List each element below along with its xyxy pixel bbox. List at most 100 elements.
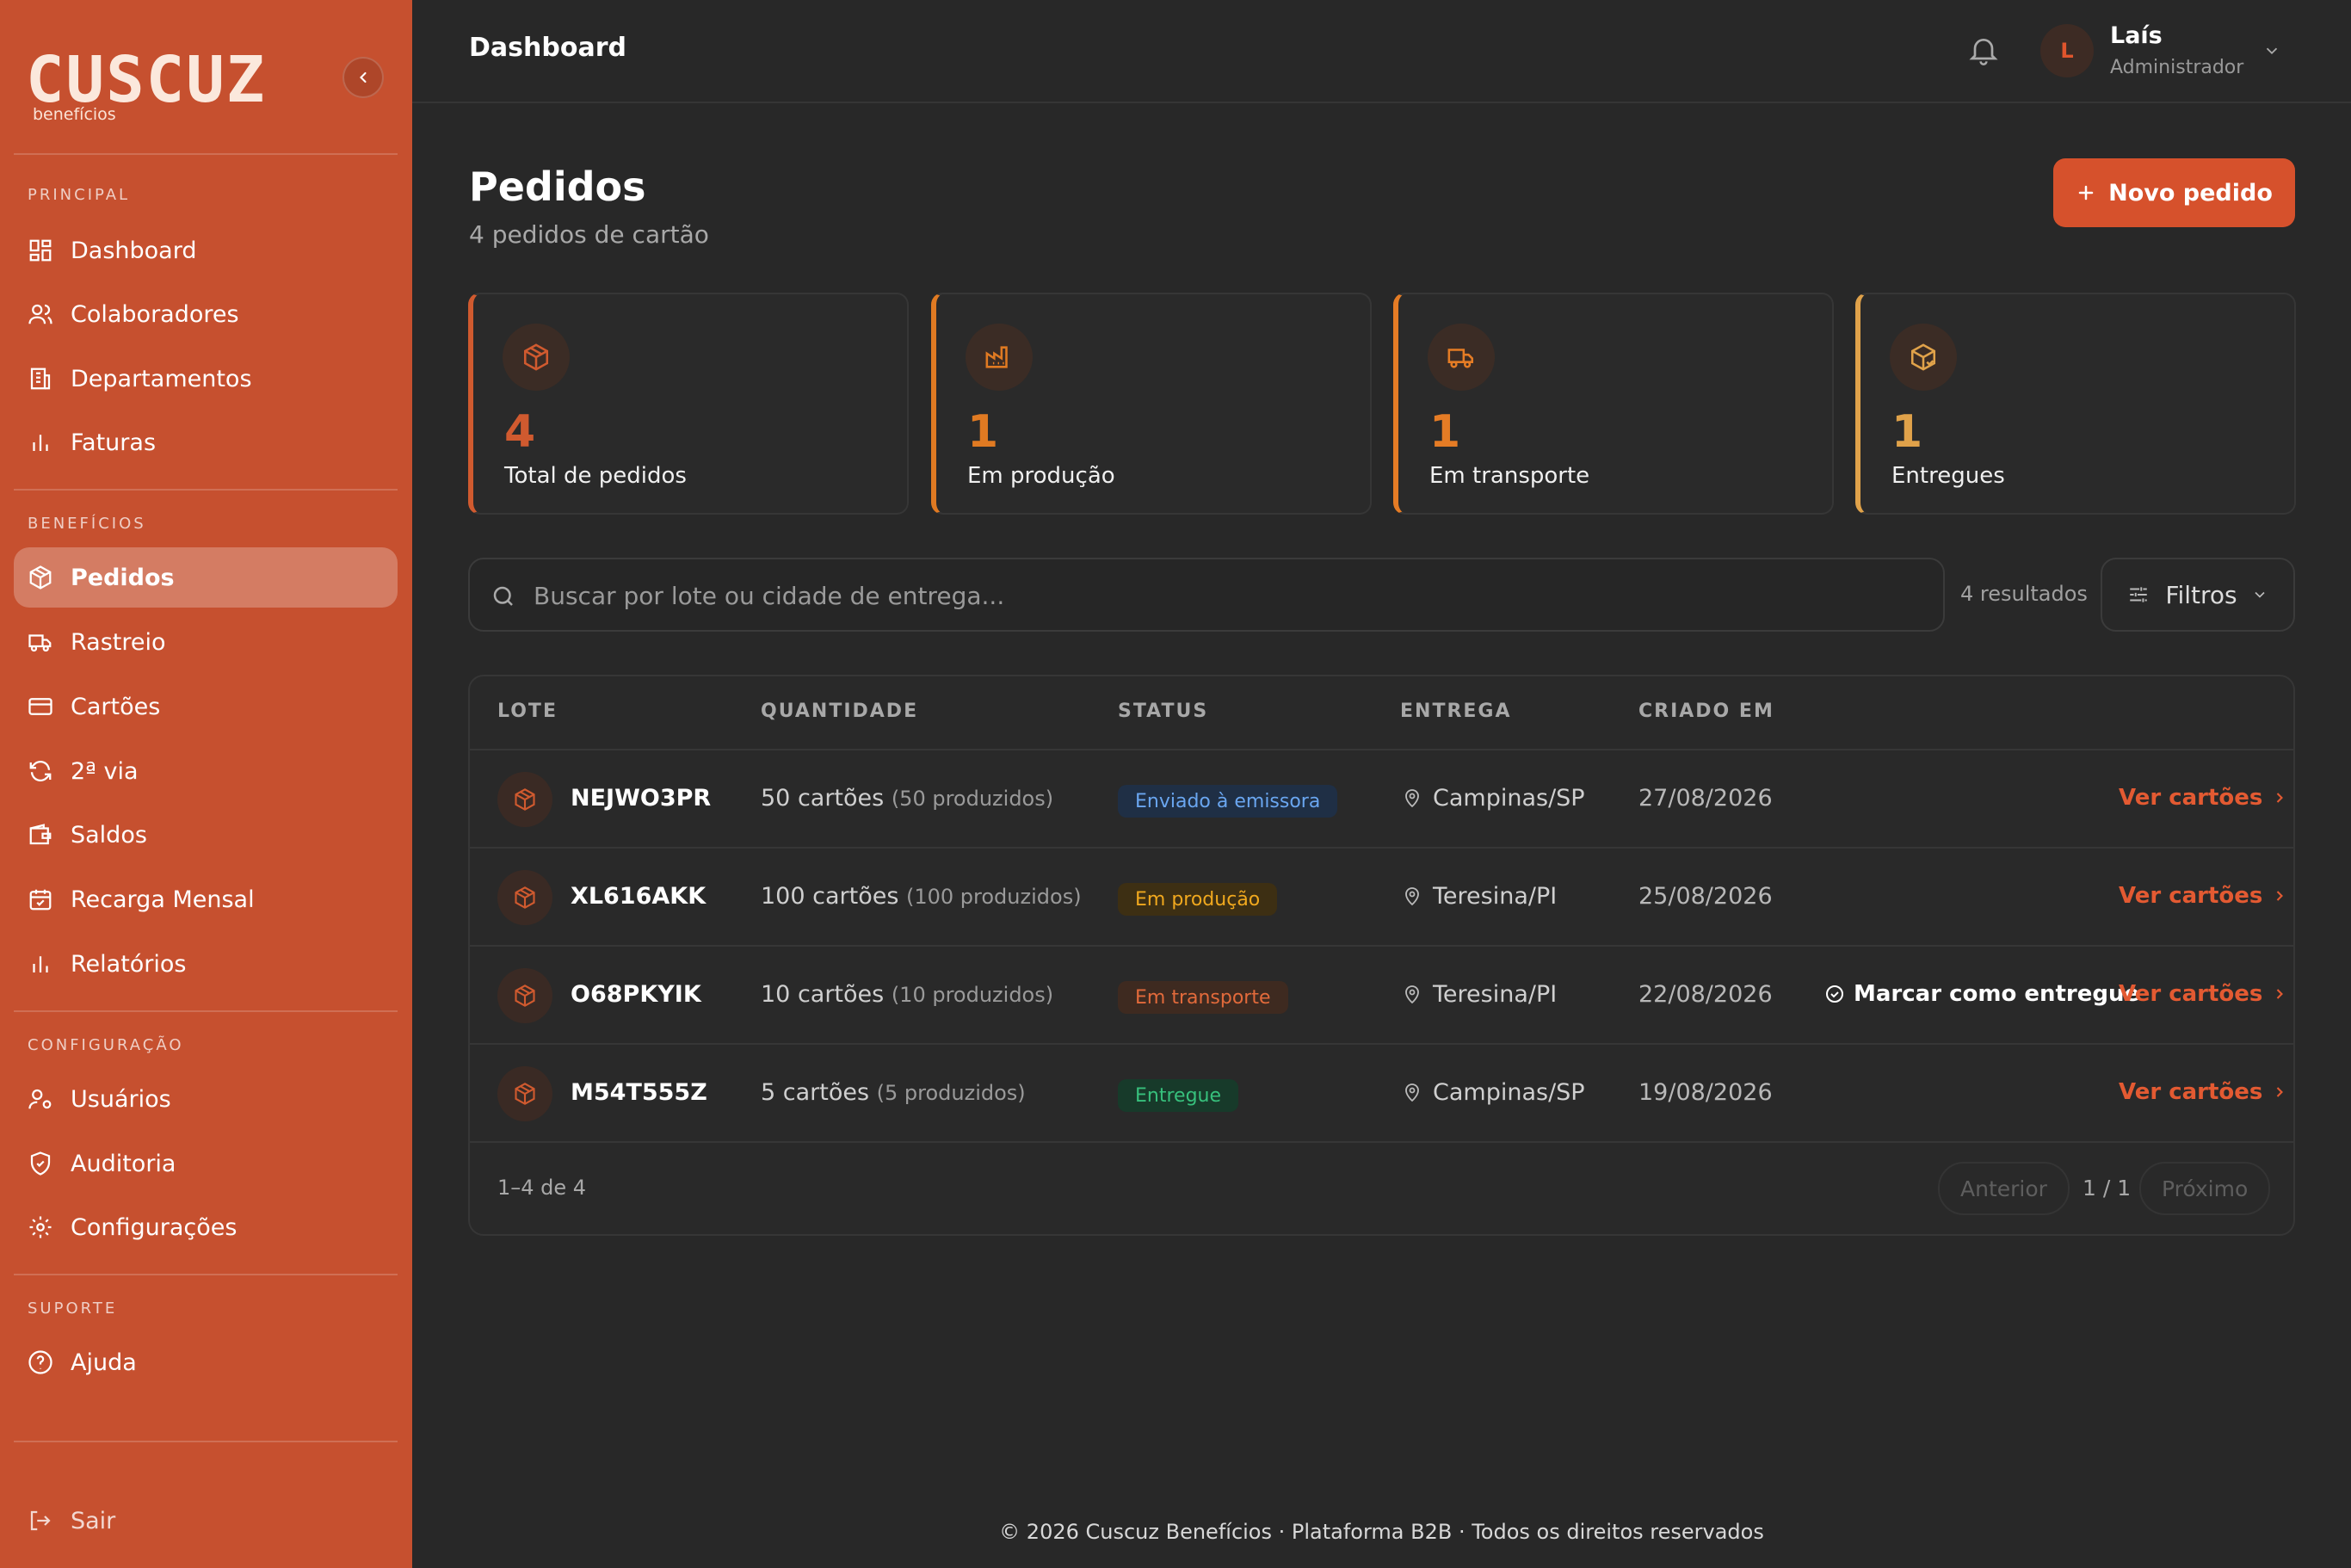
table-row[interactable]: XL616AKK 100 cartões (100 produzidos) Em… bbox=[470, 847, 2293, 945]
sidebar-item-pedidos[interactable]: Pedidos bbox=[14, 547, 398, 608]
logout-button[interactable]: Sair bbox=[14, 1491, 398, 1551]
chevron-down-icon[interactable] bbox=[2262, 41, 2281, 60]
package-icon bbox=[515, 985, 535, 1007]
sidebar-item-dashboard[interactable]: Dashboard bbox=[14, 220, 398, 281]
stat-value: 1 bbox=[967, 406, 999, 458]
map-pin-icon bbox=[1405, 788, 1419, 807]
top-bar-title: Dashboard bbox=[469, 33, 626, 63]
sidebar-item-label: Cartões bbox=[71, 693, 161, 720]
new-order-label: Novo pedido bbox=[2108, 179, 2273, 207]
new-order-button[interactable]: Novo pedido bbox=[2053, 158, 2295, 227]
table-row[interactable]: O68PKYIK 10 cartões (10 produzidos) Em t… bbox=[470, 945, 2293, 1043]
sidebar-divider bbox=[14, 1010, 398, 1012]
quantity: 100 cartões (100 produzidos) bbox=[761, 883, 1082, 910]
chevron-right-icon bbox=[2277, 1087, 2284, 1097]
stat-value: 1 bbox=[1891, 406, 1923, 458]
next-page-button[interactable]: Próximo bbox=[2139, 1162, 2271, 1215]
mark-delivered-label: Marcar como entregue bbox=[1854, 981, 2140, 1007]
view-cards-link[interactable]: Ver cartões bbox=[2119, 1079, 2288, 1105]
stat-label: Em produção bbox=[967, 463, 1115, 489]
package-icon bbox=[29, 565, 52, 590]
brand-logo[interactable]: CUSCUZ benefícios bbox=[26, 31, 264, 126]
sidebar-item-configuracoes[interactable]: Configurações bbox=[14, 1197, 398, 1257]
lot-code: O68PKYIK bbox=[571, 981, 701, 1008]
table-row[interactable]: NEJWO3PR 50 cartões (50 produzidos) Envi… bbox=[470, 749, 2293, 847]
stat-icon-wrap bbox=[966, 324, 1033, 391]
map-pin-icon bbox=[1405, 886, 1419, 905]
view-cards-label: Ver cartões bbox=[2119, 981, 2263, 1007]
package-icon bbox=[523, 343, 549, 371]
sidebar-item-rastreio[interactable]: Rastreio bbox=[14, 612, 398, 672]
status-badge: Entregue bbox=[1118, 1079, 1239, 1112]
sidebar-item-label: 2ª via bbox=[71, 757, 139, 785]
package-check-icon bbox=[1910, 343, 1936, 371]
row-icon-wrap bbox=[497, 968, 552, 1023]
quantity-value: 5 cartões bbox=[761, 1079, 870, 1106]
building-icon bbox=[30, 367, 51, 390]
stat-value: 1 bbox=[1429, 406, 1461, 458]
sidebar-item-cartoes[interactable]: Cartões bbox=[14, 676, 398, 737]
wallet-icon bbox=[29, 824, 52, 845]
view-cards-label: Ver cartões bbox=[2119, 883, 2263, 909]
sidebar-item-segunda-via[interactable]: 2ª via bbox=[14, 741, 398, 801]
sidebar-item-ajuda[interactable]: Ajuda bbox=[14, 1332, 398, 1392]
sidebar-item-auditoria[interactable]: Auditoria bbox=[14, 1133, 398, 1194]
pagination-page: 1 / 1 bbox=[2083, 1176, 2132, 1201]
sidebar-item-usuarios[interactable]: Usuários bbox=[14, 1069, 398, 1129]
sidebar-divider bbox=[14, 153, 398, 155]
sidebar-item-faturas[interactable]: Faturas bbox=[14, 412, 398, 472]
stat-icon-wrap bbox=[1428, 324, 1495, 391]
pagination-info: 1–4 de 4 bbox=[497, 1176, 587, 1200]
bell-icon[interactable] bbox=[1966, 33, 2001, 67]
view-cards-link[interactable]: Ver cartões bbox=[2119, 981, 2288, 1007]
table-divider bbox=[470, 1141, 2293, 1143]
sidebar-item-departamentos[interactable]: Departamentos bbox=[14, 349, 398, 409]
avatar[interactable]: L bbox=[2040, 24, 2094, 77]
sidebar-item-colaboradores[interactable]: Colaboradores bbox=[14, 284, 398, 344]
calendar-icon bbox=[29, 889, 52, 911]
sidebar-item-label: Recarga Mensal bbox=[71, 886, 255, 913]
section-principal: PRINCIPAL bbox=[28, 186, 131, 204]
stat-label: Em transporte bbox=[1429, 463, 1590, 489]
sidebar-item-saldos[interactable]: Saldos bbox=[14, 805, 398, 865]
lot-code: M54T555Z bbox=[571, 1079, 707, 1106]
city-text: Campinas/SP bbox=[1433, 1079, 1585, 1106]
prev-page-button[interactable]: Anterior bbox=[1938, 1162, 2070, 1215]
quantity-value: 50 cartões bbox=[761, 785, 885, 812]
view-cards-link[interactable]: Ver cartões bbox=[2119, 785, 2288, 811]
column-header-criado-em: CRIADO EM bbox=[1638, 701, 1774, 722]
view-cards-label: Ver cartões bbox=[2119, 1079, 2263, 1105]
delivery-city: Teresina/PI bbox=[1402, 883, 1557, 910]
filters-button[interactable]: Filtros bbox=[2101, 558, 2295, 632]
map-pin-icon bbox=[1405, 1083, 1419, 1102]
stat-card-total: 4 Total de pedidos bbox=[468, 293, 909, 515]
sidebar-divider bbox=[14, 1274, 398, 1275]
section-beneficios: BENEFÍCIOS bbox=[28, 515, 146, 533]
table-row[interactable]: M54T555Z 5 cartões (5 produzidos) Entreg… bbox=[470, 1043, 2293, 1141]
sliders-icon bbox=[2130, 587, 2148, 602]
bar-chart-icon bbox=[33, 435, 48, 451]
sidebar-item-relatorios[interactable]: Relatórios bbox=[14, 934, 398, 994]
status-badge: Em produção bbox=[1118, 883, 1278, 916]
user-name[interactable]: Laís bbox=[2110, 22, 2163, 49]
view-cards-link[interactable]: Ver cartões bbox=[2119, 883, 2288, 909]
row-icon-wrap bbox=[497, 870, 552, 925]
quantity-value: 10 cartões bbox=[761, 981, 885, 1008]
sidebar-item-label: Rastreio bbox=[71, 628, 166, 656]
page-title: Pedidos bbox=[469, 164, 646, 210]
quantity: 50 cartões (50 produzidos) bbox=[761, 785, 1053, 812]
sidebar-item-label: Ajuda bbox=[71, 1349, 137, 1376]
sidebar-item-label: Usuários bbox=[71, 1085, 171, 1113]
logout-label: Sair bbox=[71, 1507, 116, 1534]
mark-delivered-button[interactable]: Marcar como entregue bbox=[1824, 981, 2139, 1007]
created-date: 22/08/2026 bbox=[1638, 981, 1773, 1008]
collapse-sidebar-button[interactable] bbox=[342, 57, 384, 98]
credit-card-icon bbox=[28, 698, 52, 715]
search-input[interactable] bbox=[534, 575, 1910, 616]
check-circle-icon bbox=[1826, 985, 1843, 1003]
produced-count: (100 produzidos) bbox=[906, 885, 1082, 909]
status-badge: Enviado à emissora bbox=[1118, 785, 1338, 818]
sidebar-item-recarga-mensal[interactable]: Recarga Mensal bbox=[14, 869, 398, 929]
bar-chart-icon bbox=[33, 956, 48, 972]
lot-code: XL616AKK bbox=[571, 883, 707, 910]
